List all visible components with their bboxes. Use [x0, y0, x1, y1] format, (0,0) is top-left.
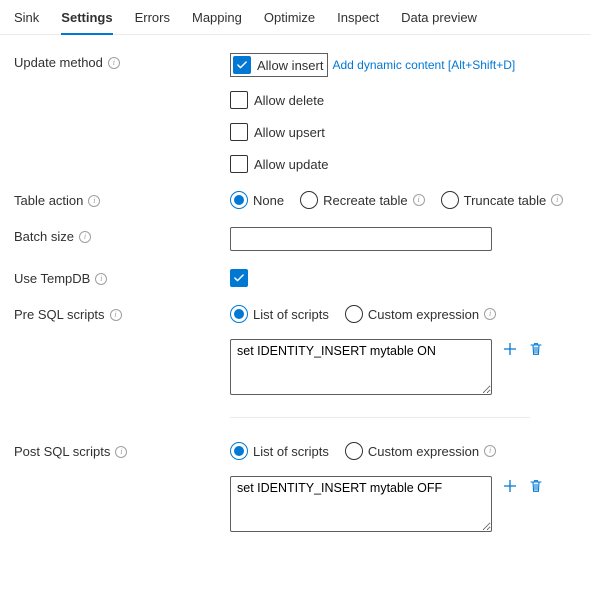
- info-icon[interactable]: [79, 231, 91, 243]
- use-tempdb-label: Use TempDB: [14, 271, 90, 286]
- allow-upsert-checkbox[interactable]: Allow upsert: [230, 123, 577, 141]
- add-dynamic-content-link[interactable]: Add dynamic content [Alt+Shift+D]: [332, 58, 515, 72]
- info-icon[interactable]: [413, 194, 425, 206]
- batch-size-input[interactable]: [230, 227, 492, 251]
- table-action-recreate[interactable]: Recreate table: [300, 191, 425, 209]
- info-icon[interactable]: [484, 308, 496, 320]
- post-sql-mode-custom[interactable]: Custom expression: [345, 442, 496, 460]
- tab-data-preview[interactable]: Data preview: [401, 6, 477, 34]
- tab-errors[interactable]: Errors: [135, 6, 170, 34]
- allow-update-checkbox[interactable]: Allow update: [230, 155, 577, 173]
- tabs: Sink Settings Errors Mapping Optimize In…: [0, 0, 591, 35]
- tab-inspect[interactable]: Inspect: [337, 6, 379, 34]
- batch-size-label: Batch size: [14, 229, 74, 244]
- add-icon[interactable]: [502, 341, 518, 357]
- pre-sql-mode-custom[interactable]: Custom expression: [345, 305, 496, 323]
- delete-icon[interactable]: [528, 341, 544, 357]
- info-icon[interactable]: [115, 446, 127, 458]
- divider: [230, 417, 530, 418]
- allow-delete-label: Allow delete: [254, 93, 324, 108]
- allow-update-label: Allow update: [254, 157, 328, 172]
- pre-sql-script-textarea[interactable]: [230, 339, 492, 395]
- allow-upsert-label: Allow upsert: [254, 125, 325, 140]
- allow-insert-checkbox[interactable]: Allow insert: [230, 53, 328, 77]
- info-icon[interactable]: [108, 57, 120, 69]
- table-action-truncate[interactable]: Truncate table: [441, 191, 564, 209]
- use-tempdb-checkbox[interactable]: [230, 269, 248, 287]
- allow-delete-checkbox[interactable]: Allow delete: [230, 91, 577, 109]
- table-action-label: Table action: [14, 193, 83, 208]
- tab-settings[interactable]: Settings: [61, 6, 112, 35]
- delete-icon[interactable]: [528, 478, 544, 494]
- info-icon[interactable]: [110, 309, 122, 321]
- info-icon[interactable]: [95, 273, 107, 285]
- table-action-none[interactable]: None: [230, 191, 284, 209]
- update-method-label: Update method: [14, 55, 103, 70]
- tab-optimize[interactable]: Optimize: [264, 6, 315, 34]
- info-icon[interactable]: [88, 195, 100, 207]
- post-sql-script-textarea[interactable]: [230, 476, 492, 532]
- add-icon[interactable]: [502, 478, 518, 494]
- tab-sink[interactable]: Sink: [14, 6, 39, 34]
- pre-sql-mode-list[interactable]: List of scripts: [230, 305, 329, 323]
- post-sql-mode-list[interactable]: List of scripts: [230, 442, 329, 460]
- tab-mapping[interactable]: Mapping: [192, 6, 242, 34]
- info-icon[interactable]: [551, 194, 563, 206]
- post-sql-label: Post SQL scripts: [14, 444, 110, 459]
- info-icon[interactable]: [484, 445, 496, 457]
- pre-sql-label: Pre SQL scripts: [14, 307, 105, 322]
- allow-insert-label: Allow insert: [257, 58, 323, 73]
